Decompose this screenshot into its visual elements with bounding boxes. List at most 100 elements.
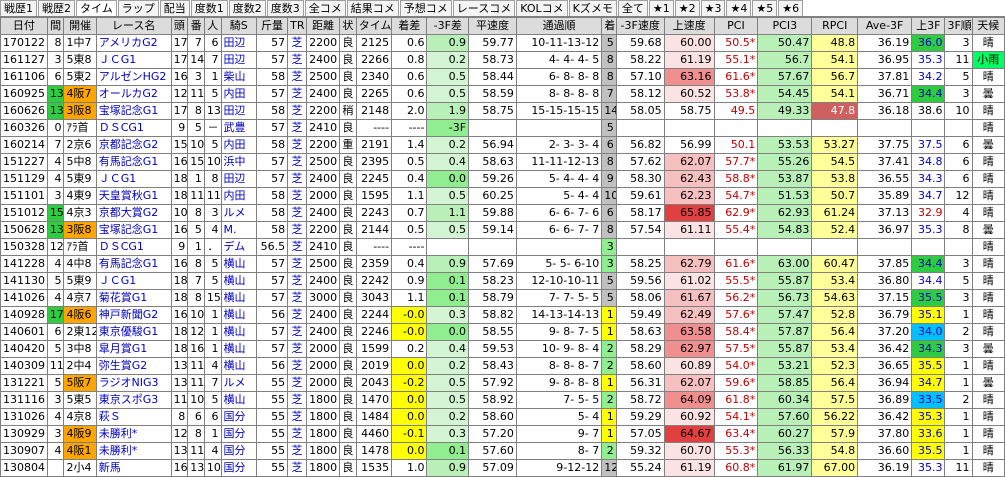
column-header[interactable]: PCI — [713, 17, 759, 35]
column-header[interactable]: 上3F — [911, 17, 946, 35]
cell-diff: ---- — [391, 119, 428, 137]
cell-f3s: 59.68 — [615, 34, 665, 52]
column-header[interactable]: 上速度 — [663, 17, 715, 35]
tab-2[interactable]: タイム — [76, 0, 117, 16]
cell-b: 14 — [187, 51, 205, 69]
column-header[interactable]: 頭 — [170, 17, 189, 35]
tab-13[interactable]: Kズメモ — [568, 0, 617, 16]
table-row[interactable]: 150628 13 3阪8 宝塚記念G1 16 5 4 M. 58 芝 2200 良 2144 0.5 0.… — [0, 221, 1005, 239]
tab-8[interactable]: 全コメ — [304, 0, 346, 16]
column-header[interactable]: 開催 — [63, 17, 97, 35]
column-header[interactable]: 距離 — [305, 17, 341, 35]
tab-15[interactable]: ★1 — [648, 0, 674, 16]
cell-st: 良 — [339, 289, 357, 307]
column-header[interactable]: RPCI — [811, 17, 859, 35]
tab-5[interactable]: 度数1 — [190, 0, 228, 16]
column-header[interactable]: レース名 — [95, 17, 172, 35]
table-row[interactable]: 160626 13 3阪8 宝塚記念G1 17 8 13 田辺 58 芝 2200 稍 2148 2.0 1… — [0, 102, 1005, 120]
cell-kai: 3中8 — [63, 340, 97, 358]
cell-st: 良 — [339, 323, 357, 341]
column-header[interactable]: -3F差 — [426, 17, 470, 35]
column-header[interactable]: 天候 — [971, 17, 1005, 35]
tab-14[interactable]: 全て — [617, 0, 648, 16]
table-row[interactable]: 130929 3 4阪9 未勝利* 12 8 1 国分 55 芝 1800 良 4460 -0.1 0.3 5… — [0, 425, 1005, 443]
cell-f3: 0.9 — [426, 34, 470, 52]
table-row[interactable]: 170122 8 1中7 アメリカG2 17 7 6 田辺 57 芝 2200 良 2125 0.6 0.9… — [0, 34, 1005, 52]
tab-9[interactable]: 結果コメ — [346, 0, 399, 16]
column-header[interactable]: 着 — [601, 17, 617, 35]
table-row[interactable]: 160326 0 ｱﾗ首 ＤＳCG1 9 5 －武豊 57 芝 2410 良 ---- ---- -3F 5… — [0, 119, 1005, 137]
table-row[interactable]: 140309 11 2中4 弥生賞G2 13 11 4 横山 56 芝 2000 良 2019 0.0 0.… — [0, 357, 1005, 375]
tab-6[interactable]: 度数2 — [228, 0, 266, 16]
cell-ave — [857, 238, 913, 256]
cell-h: 12 — [170, 425, 189, 443]
tab-3[interactable]: ラップ — [117, 0, 159, 16]
column-header[interactable]: タイム — [355, 17, 393, 35]
column-header[interactable]: 斤量 — [255, 17, 289, 35]
tab-0[interactable]: 戦歴1 — [0, 0, 37, 16]
column-header[interactable]: -3F速度 — [615, 17, 665, 35]
column-header[interactable]: 人 — [203, 17, 222, 35]
table-row[interactable]: 131221 5 5阪7 ラジオNIG3 13 11 7 ルメ 55 芝 2000 良 2043 -0.2… — [0, 374, 1005, 392]
column-header[interactable]: 平速度 — [468, 17, 517, 35]
cell-up: 35.3 — [911, 408, 946, 426]
tab-16[interactable]: ★2 — [674, 0, 700, 16]
cell-wx: 晴 — [971, 68, 1005, 86]
cell-ch: 10 — [601, 187, 617, 205]
table-row[interactable]: 130907 4 4阪1 未勝利* 13 11 4 国分 55 芝 1800 良 1478 0.0 0.1 5… — [0, 442, 1005, 460]
tab-18[interactable]: ★4 — [726, 0, 752, 16]
column-header[interactable]: 着差 — [391, 17, 428, 35]
tab-10[interactable]: 予想コメ — [399, 0, 452, 16]
table-row[interactable]: 151012 15 4京3 京都大賞G2 10 8 3 ルメ 58 芝 2400 良 2243 0.7 1.… — [0, 204, 1005, 222]
cell-rpci: 54.1 — [811, 51, 859, 69]
column-header[interactable]: Ave-3F — [857, 17, 913, 35]
tab-7[interactable]: 度数3 — [266, 0, 304, 16]
tab-17[interactable]: ★3 — [700, 0, 726, 16]
tab-12[interactable]: KOLコメ — [516, 0, 568, 16]
table-row[interactable]: 160214 7 2京6 京都記念G2 15 10 5 内田 58 芝 2200 重 2191 1.4 0.… — [0, 136, 1005, 154]
column-header[interactable]: 日付 — [0, 17, 48, 35]
table-row[interactable]: 131116 3 5東5 東京スポG3 11 10 5 横山 55 芝 1800 良 1470 0.0 0.… — [0, 391, 1005, 409]
cell-us: 62.97 — [663, 340, 715, 358]
column-header[interactable]: 通過順 — [515, 17, 603, 35]
tab-19[interactable]: ★5 — [752, 0, 778, 16]
table-row[interactable]: 150328 12 ｱﾗ首 ＤＳCG1 9 1 ．デム 56.5 芝 2410 良 ---- ---- 3… — [0, 238, 1005, 256]
table-row[interactable]: 161106 6 5東2 アルゼンHG2 16 3 1 柴山 58 芝 2500 良 2340 0.6 0.… — [0, 68, 1005, 86]
tab-11[interactable]: レースコメ — [452, 0, 516, 16]
table-row[interactable]: 140601 6 2東12 東京優駿G1 18 12 1 横山 57 芝 2400 良 2246 -0.0… — [0, 323, 1005, 341]
column-header[interactable]: 番 — [187, 17, 205, 35]
cell-pass: 10-11-13-12 — [515, 34, 603, 52]
column-header[interactable]: 間 — [46, 17, 65, 35]
cell-kai: 5東5 — [63, 391, 97, 409]
column-header[interactable]: PCI3 — [757, 17, 813, 35]
cell-up_rank: 2 — [944, 391, 973, 409]
table-row[interactable]: 140928 17 4阪6 神戸新聞G2 16 10 1 横山 56 芝 2400 良 2244 -0.0… — [0, 306, 1005, 324]
table-row[interactable]: 151101 3 4東9 天皇賞秋G1 18 11 11 内田 58 芝 2000 良 1595 1.1 0… — [0, 187, 1005, 205]
table-row[interactable]: 141130 5 5東9 ＪＣG1 18 7 5 横山 57 芝 2400 良 2242 0.9 0.1 58… — [0, 272, 1005, 290]
cell-ch: 3 — [601, 238, 617, 256]
column-header[interactable]: TR — [287, 17, 307, 35]
table-row[interactable]: 141026 4 4京7 菊花賞G1 18 8 15 横山 57 芝 3000 良 3043 1.1 0.1… — [0, 289, 1005, 307]
cell-st: 良 — [339, 391, 357, 409]
cell-st: 良 — [339, 459, 357, 477]
table-row[interactable]: 151227 4 5中8 有馬記念G1 16 15 10 浜中 57 芝 2500 良 2395 0.5 0… — [0, 153, 1005, 171]
cell-f3: 0.4 — [426, 153, 470, 171]
tab-4[interactable]: 配当 — [159, 0, 190, 16]
cell-hs: 59.53 — [468, 340, 517, 358]
cell-time: 2340 — [355, 68, 393, 86]
table-row[interactable]: 161127 3 5東8 ＪＣG1 17 14 7 田辺 57 芝 2400 良 2266 0.8 0.2 5… — [0, 51, 1005, 69]
table-row[interactable]: 131026 4 4京8 萩Ｓ 8 6 6 国分 55 芝 1800 良 1484 0.0 0.2 58.60… — [0, 408, 1005, 426]
cell-f3s: 58.05 — [615, 102, 665, 120]
table-row[interactable]: 141228 4 4中8 有馬記念G1 16 8 5 横山 57 芝 2500 良 2359 0.4 0.9… — [0, 255, 1005, 273]
column-header[interactable]: 3F順 — [944, 17, 973, 35]
cell-w: 57 — [255, 272, 289, 290]
cell-ch: 2 — [601, 357, 617, 375]
table-row[interactable]: 151129 4 5東9 ＪＣG1 18 1 8 田辺 57 芝 2400 良 2245 0.4 0.0 59… — [0, 170, 1005, 188]
column-header[interactable]: 騎S — [220, 17, 257, 35]
table-row[interactable]: 130804 2小4 新馬 16 13 10 国分 55 芝 1800 良 1535 1.0 0.9 57.… — [0, 459, 1005, 477]
table-row[interactable]: 160925 13 4阪7 オールカG2 12 11 5 内田 57 芝 2400 良 2265 0.6 0… — [0, 85, 1005, 103]
tab-1[interactable]: 戦歴2 — [38, 0, 75, 16]
column-header[interactable]: 状 — [339, 17, 357, 35]
tab-20[interactable]: ★6 — [778, 0, 804, 16]
table-row[interactable]: 140420 5 3中8 皐月賞G1 18 16 1 横山 57 芝 2000 良 1599 0.2 0.4… — [0, 340, 1005, 358]
